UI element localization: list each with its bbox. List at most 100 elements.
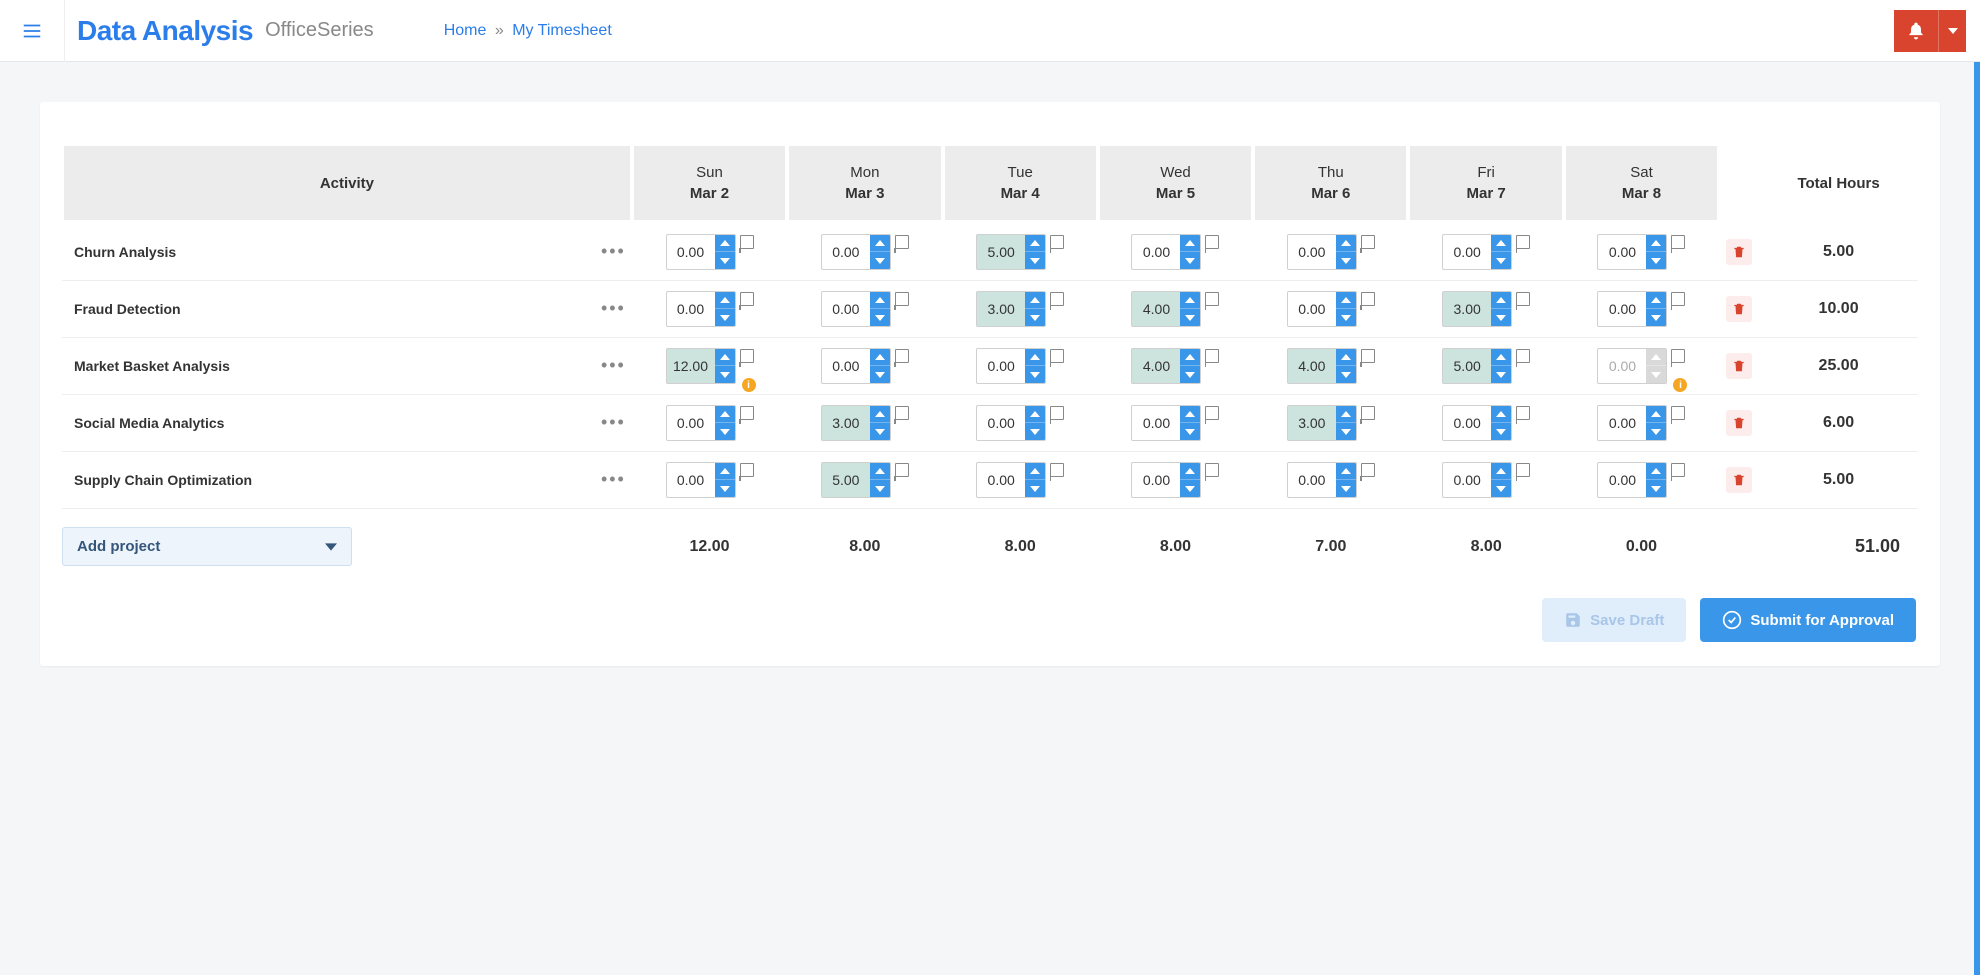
step-down-button[interactable] bbox=[1025, 366, 1045, 383]
hours-input[interactable] bbox=[667, 463, 715, 497]
note-flag-icon[interactable] bbox=[1205, 235, 1219, 249]
hours-input[interactable] bbox=[1598, 406, 1646, 440]
note-flag-icon[interactable] bbox=[1205, 463, 1219, 477]
row-menu-button[interactable]: ••• bbox=[595, 452, 632, 509]
step-down-button[interactable] bbox=[1180, 423, 1200, 440]
hours-input[interactable] bbox=[667, 349, 715, 383]
note-flag-icon[interactable] bbox=[1205, 349, 1219, 363]
step-up-button[interactable] bbox=[1491, 292, 1511, 309]
note-flag-icon[interactable] bbox=[895, 349, 909, 363]
note-flag-icon[interactable] bbox=[1361, 349, 1375, 363]
hours-input[interactable] bbox=[822, 463, 870, 497]
hours-input[interactable] bbox=[1132, 406, 1180, 440]
note-flag-icon[interactable] bbox=[740, 463, 754, 477]
step-up-button[interactable] bbox=[1025, 349, 1045, 366]
step-up-button[interactable] bbox=[1646, 235, 1666, 252]
hours-input[interactable] bbox=[1443, 463, 1491, 497]
note-flag-icon[interactable] bbox=[1671, 406, 1685, 420]
hours-input[interactable] bbox=[1598, 463, 1646, 497]
notifications-dropdown[interactable] bbox=[1938, 10, 1966, 52]
step-up-button[interactable] bbox=[1491, 235, 1511, 252]
breadcrumb-current[interactable]: My Timesheet bbox=[512, 22, 612, 39]
hours-input[interactable] bbox=[1288, 406, 1336, 440]
note-flag-icon[interactable] bbox=[1671, 349, 1685, 363]
step-up-button[interactable] bbox=[1646, 292, 1666, 309]
step-up-button[interactable] bbox=[1646, 349, 1666, 366]
hours-input[interactable] bbox=[1288, 235, 1336, 269]
note-flag-icon[interactable] bbox=[1516, 349, 1530, 363]
step-down-button[interactable] bbox=[1646, 423, 1666, 440]
step-down-button[interactable] bbox=[715, 252, 735, 269]
save-draft-button[interactable]: Save Draft bbox=[1542, 598, 1686, 642]
note-flag-icon[interactable] bbox=[1361, 406, 1375, 420]
step-up-button[interactable] bbox=[870, 292, 890, 309]
breadcrumb-home[interactable]: Home bbox=[444, 22, 487, 39]
note-flag-icon[interactable] bbox=[895, 292, 909, 306]
row-menu-button[interactable]: ••• bbox=[595, 222, 632, 281]
step-up-button[interactable] bbox=[1336, 292, 1356, 309]
hours-input[interactable] bbox=[1598, 292, 1646, 326]
note-flag-icon[interactable] bbox=[1671, 463, 1685, 477]
step-up-button[interactable] bbox=[1646, 463, 1666, 480]
step-down-button[interactable] bbox=[1646, 252, 1666, 269]
note-flag-icon[interactable] bbox=[740, 349, 754, 363]
add-project-dropdown[interactable]: Add project bbox=[62, 527, 352, 566]
hours-input[interactable] bbox=[977, 406, 1025, 440]
hours-input[interactable] bbox=[822, 235, 870, 269]
hours-input[interactable] bbox=[1288, 349, 1336, 383]
step-down-button[interactable] bbox=[870, 366, 890, 383]
hours-input[interactable] bbox=[667, 406, 715, 440]
step-down-button[interactable] bbox=[715, 309, 735, 326]
notifications-button[interactable] bbox=[1894, 10, 1938, 52]
submit-approval-button[interactable]: Submit for Approval bbox=[1700, 598, 1916, 642]
hours-input[interactable] bbox=[1288, 463, 1336, 497]
note-flag-icon[interactable] bbox=[1050, 292, 1064, 306]
step-down-button[interactable] bbox=[1025, 309, 1045, 326]
note-flag-icon[interactable] bbox=[740, 406, 754, 420]
hours-input[interactable] bbox=[822, 292, 870, 326]
hours-input[interactable] bbox=[1288, 292, 1336, 326]
step-up-button[interactable] bbox=[870, 463, 890, 480]
hours-input[interactable] bbox=[1132, 349, 1180, 383]
delete-row-button[interactable] bbox=[1726, 410, 1752, 436]
step-up-button[interactable] bbox=[715, 463, 735, 480]
note-flag-icon[interactable] bbox=[1516, 463, 1530, 477]
step-down-button[interactable] bbox=[1180, 480, 1200, 497]
step-up-button[interactable] bbox=[715, 292, 735, 309]
step-up-button[interactable] bbox=[870, 349, 890, 366]
delete-row-button[interactable] bbox=[1726, 353, 1752, 379]
step-down-button[interactable] bbox=[1646, 309, 1666, 326]
step-down-button[interactable] bbox=[1336, 366, 1356, 383]
step-up-button[interactable] bbox=[1025, 292, 1045, 309]
step-down-button[interactable] bbox=[1646, 366, 1666, 383]
hours-input[interactable] bbox=[1443, 292, 1491, 326]
step-up-button[interactable] bbox=[1491, 349, 1511, 366]
hours-input[interactable] bbox=[667, 292, 715, 326]
note-flag-icon[interactable] bbox=[1050, 349, 1064, 363]
step-down-button[interactable] bbox=[1025, 252, 1045, 269]
hours-input[interactable] bbox=[1443, 406, 1491, 440]
step-down-button[interactable] bbox=[1336, 309, 1356, 326]
note-flag-icon[interactable] bbox=[1050, 463, 1064, 477]
step-down-button[interactable] bbox=[1025, 480, 1045, 497]
step-up-button[interactable] bbox=[1336, 235, 1356, 252]
row-menu-button[interactable]: ••• bbox=[595, 395, 632, 452]
step-up-button[interactable] bbox=[1646, 406, 1666, 423]
step-down-button[interactable] bbox=[715, 480, 735, 497]
row-menu-button[interactable]: ••• bbox=[595, 281, 632, 338]
note-flag-icon[interactable] bbox=[1050, 406, 1064, 420]
note-flag-icon[interactable] bbox=[1671, 292, 1685, 306]
step-down-button[interactable] bbox=[870, 423, 890, 440]
step-down-button[interactable] bbox=[1336, 480, 1356, 497]
step-up-button[interactable] bbox=[1180, 463, 1200, 480]
step-down-button[interactable] bbox=[1336, 252, 1356, 269]
step-up-button[interactable] bbox=[1336, 463, 1356, 480]
row-menu-button[interactable]: ••• bbox=[595, 338, 632, 395]
step-down-button[interactable] bbox=[1491, 252, 1511, 269]
hours-input[interactable] bbox=[977, 463, 1025, 497]
step-up-button[interactable] bbox=[1025, 235, 1045, 252]
note-flag-icon[interactable] bbox=[895, 463, 909, 477]
step-down-button[interactable] bbox=[870, 480, 890, 497]
step-up-button[interactable] bbox=[1491, 463, 1511, 480]
step-up-button[interactable] bbox=[1491, 406, 1511, 423]
